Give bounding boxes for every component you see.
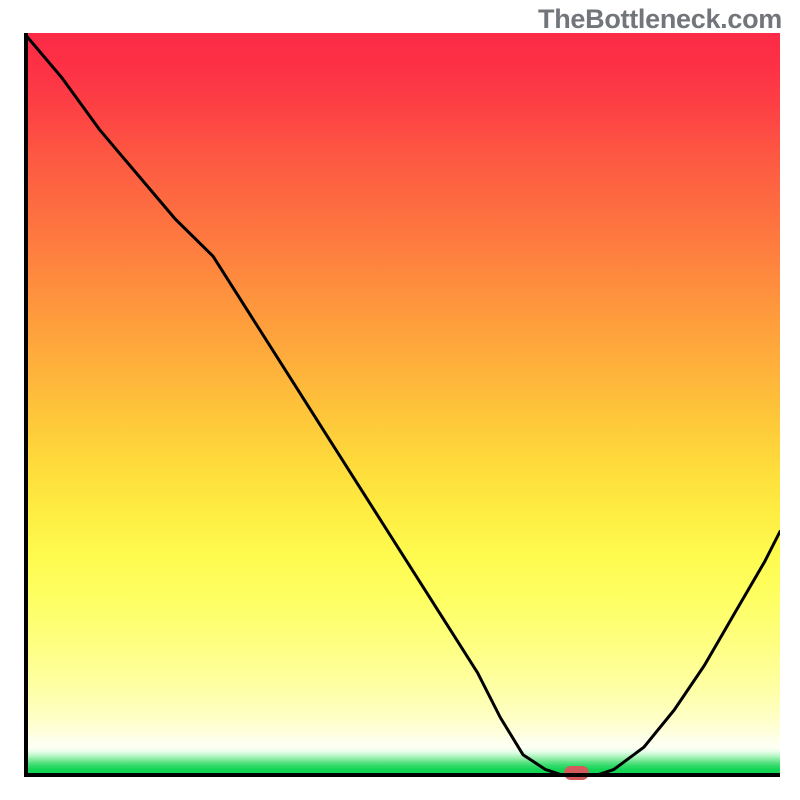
bottleneck-chart: TheBottleneck.com xyxy=(0,0,800,800)
bottleneck-curve xyxy=(24,33,780,777)
watermark-text: TheBottleneck.com xyxy=(538,4,782,35)
y-axis-line xyxy=(24,33,28,777)
x-axis-line xyxy=(24,773,780,777)
